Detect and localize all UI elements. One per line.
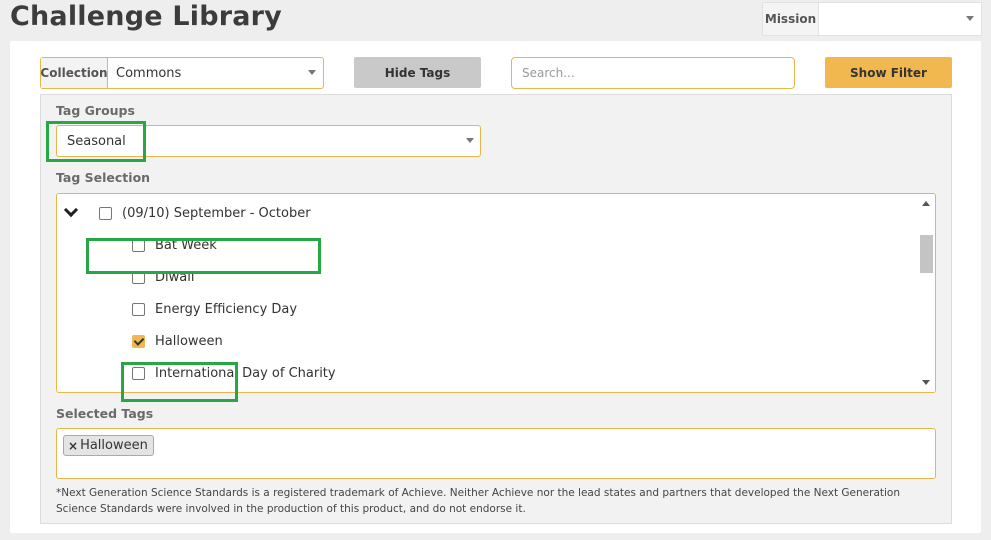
page-title: Challenge Library — [10, 1, 282, 32]
chevron-down-icon — [466, 138, 474, 143]
scroll-down-icon[interactable] — [922, 380, 930, 385]
tag-chip-halloween: × Halloween — [63, 435, 154, 456]
tag-groups-select[interactable]: Seasonal — [56, 125, 481, 157]
scroll-up-icon[interactable] — [922, 201, 930, 206]
tree-parent-september-october[interactable]: (09/10) September - October — [99, 197, 311, 229]
hide-tags-button[interactable]: Hide Tags — [354, 57, 481, 88]
tag-selection-label: Tag Selection — [56, 170, 151, 185]
tree-item-energy-efficiency-day[interactable]: Energy Efficiency Day — [132, 293, 297, 325]
tree-item-label: Diwali — [155, 269, 195, 285]
footnote: *Next Generation Science Standards is a … — [56, 487, 900, 515]
tree-item-label: International Day of Charity — [155, 365, 336, 381]
collection-dropdown[interactable]: Commons — [108, 58, 323, 88]
checkbox[interactable] — [99, 206, 112, 220]
checkbox[interactable] — [132, 238, 145, 252]
chevron-down-icon — [308, 70, 316, 75]
selected-tags-label: Selected Tags — [56, 406, 154, 421]
tree-item-international-day-of-charity[interactable]: International Day of Charity — [132, 357, 336, 389]
scrollbar[interactable] — [918, 194, 935, 392]
chevron-down-icon — [966, 16, 974, 21]
show-filter-button[interactable]: Show Filter — [825, 57, 952, 88]
chevron-down-icon[interactable] — [63, 202, 79, 218]
tree-item-label: Bat Week — [155, 237, 217, 253]
tag-selection-tree[interactable]: (09/10) September - October Bat Week Diw… — [56, 193, 936, 393]
collection-label: Collection — [40, 58, 108, 88]
tag-groups-value: Seasonal — [67, 134, 126, 149]
tree-item-label: Halloween — [155, 333, 223, 349]
mission-label: Mission — [763, 3, 819, 35]
mission-select[interactable]: Mission — [762, 2, 982, 36]
tag-groups-label: Tag Groups — [56, 103, 135, 118]
tag-chip-label: Halloween — [80, 438, 148, 453]
remove-tag-icon[interactable]: × — [68, 439, 78, 453]
checkbox-checked[interactable] — [132, 334, 145, 348]
checkbox[interactable] — [132, 270, 145, 284]
tree-item-diwali[interactable]: Diwali — [132, 261, 194, 293]
scrollbar-thumb[interactable] — [920, 235, 933, 273]
library-card: Collection Commons Hide Tags Search... S… — [10, 41, 981, 533]
collection-value: Commons — [116, 65, 182, 81]
search-input[interactable]: Search... — [511, 57, 795, 89]
checkbox[interactable] — [132, 302, 145, 316]
tree-item-halloween[interactable]: Halloween — [132, 325, 223, 357]
checkbox[interactable] — [132, 366, 145, 380]
selected-tags-box[interactable]: × Halloween — [56, 428, 936, 479]
collection-select[interactable]: Collection Commons — [40, 57, 324, 89]
mission-dropdown[interactable] — [819, 3, 981, 35]
filter-panel: Tag Groups Seasonal Tag Selection (09/10… — [40, 94, 952, 524]
tree-item-bat-week[interactable]: Bat Week — [132, 229, 217, 261]
tree-item-label: Energy Efficiency Day — [155, 301, 298, 317]
tree-parent-label: (09/10) September - October — [122, 205, 311, 221]
